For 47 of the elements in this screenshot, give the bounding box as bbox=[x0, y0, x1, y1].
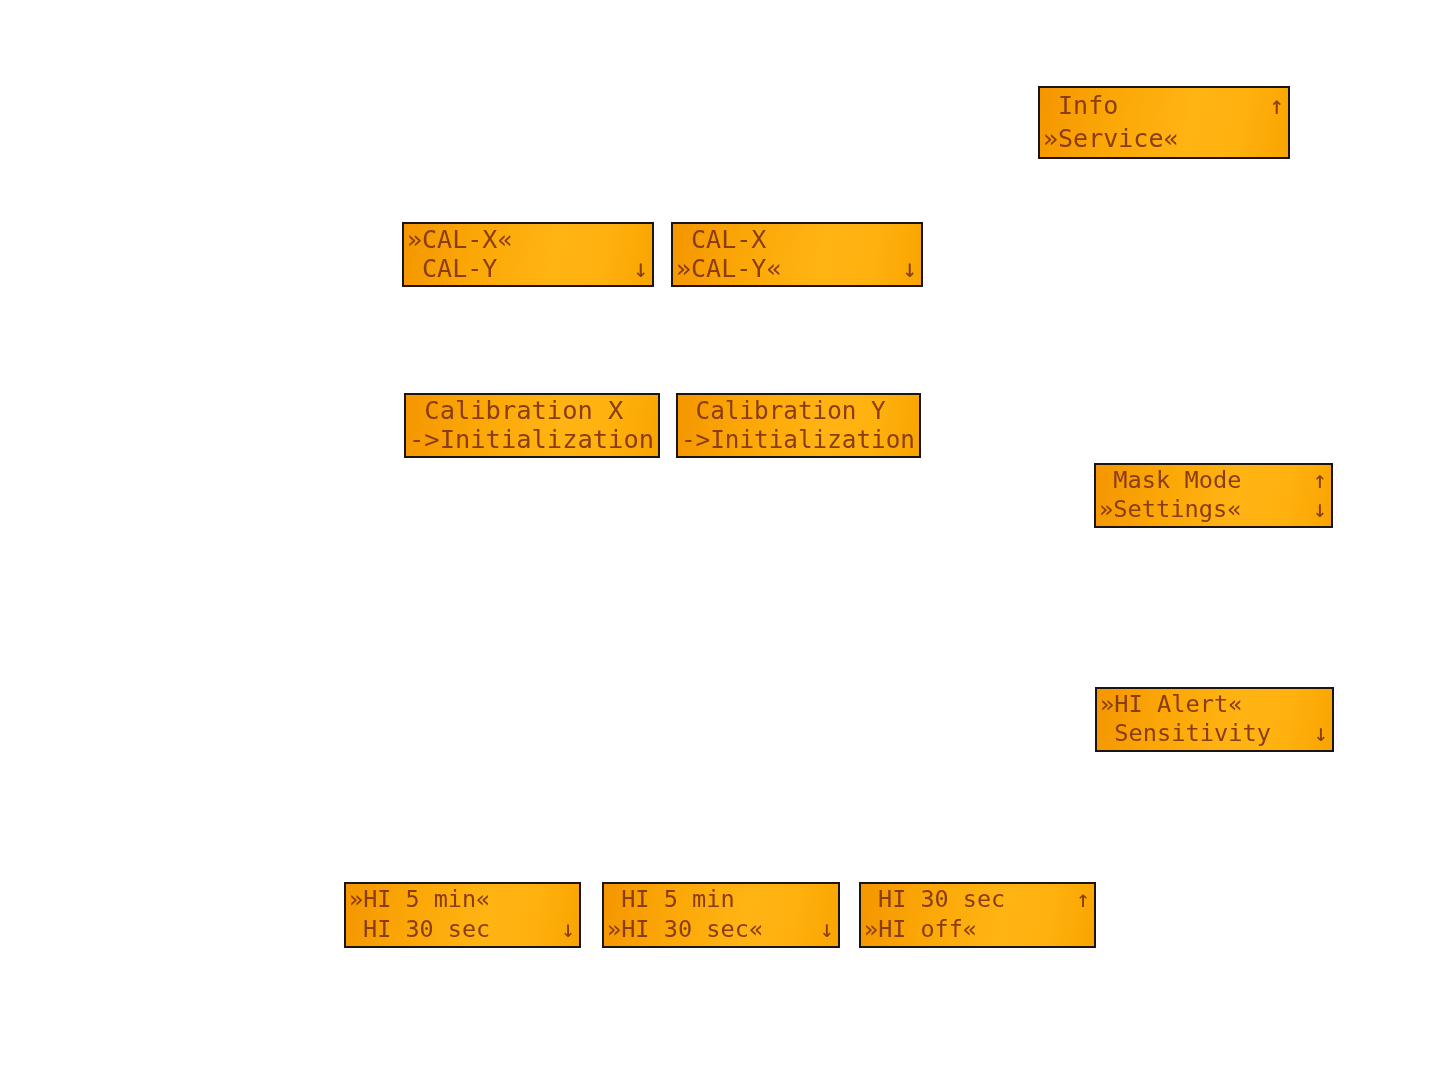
menu-label: CAL-Y bbox=[422, 256, 498, 282]
menu-label: Sensitivity bbox=[1114, 722, 1271, 746]
menu-label: Info bbox=[1058, 93, 1119, 119]
scroll-arrow: ↓ bbox=[632, 256, 648, 282]
scroll-arrow: ↓ bbox=[819, 918, 834, 942]
menu-label: HI 30 sec bbox=[621, 918, 749, 942]
cursor-mark: « bbox=[497, 227, 513, 253]
cursor-mark: » bbox=[676, 256, 692, 282]
cursor-mark: » bbox=[864, 918, 879, 942]
cursor-mark: « bbox=[1228, 693, 1243, 717]
cursor-mark: « bbox=[1227, 498, 1242, 522]
scroll-arrow: ↓ bbox=[901, 256, 917, 282]
cursor-mark: « bbox=[1163, 126, 1179, 152]
cursor-mark: -> bbox=[681, 427, 711, 453]
menu-label: CAL-X bbox=[422, 227, 498, 253]
cursor-mark: » bbox=[1043, 126, 1059, 152]
cursor-mark: « bbox=[476, 888, 491, 912]
scroll-arrow: ↓ bbox=[560, 918, 575, 942]
menu-label: Initialization bbox=[710, 427, 915, 453]
cursor-mark: » bbox=[1100, 693, 1115, 717]
cursor-mark: » bbox=[349, 888, 364, 912]
cursor-mark: -> bbox=[409, 427, 440, 453]
menu-label: HI 30 sec bbox=[363, 918, 491, 942]
menu-label: HI 5 min bbox=[363, 888, 477, 912]
menu-label: HI Alert bbox=[1114, 693, 1229, 717]
cursor-mark: » bbox=[607, 918, 622, 942]
cursor-mark: « bbox=[748, 918, 764, 942]
cursor-mark: « bbox=[766, 256, 782, 282]
menu-label: Initialization bbox=[439, 427, 655, 453]
menu-label: HI off bbox=[878, 918, 963, 942]
menu-label: CAL-X bbox=[691, 227, 767, 253]
scroll-arrow: ↓ bbox=[1312, 498, 1327, 522]
scroll-arrow: ↑ bbox=[1312, 469, 1327, 493]
cursor-mark: « bbox=[962, 918, 977, 942]
menu-label: Calibration Y bbox=[695, 398, 886, 424]
cursor-mark: » bbox=[407, 227, 423, 253]
scroll-arrow: ↓ bbox=[1313, 722, 1328, 746]
menu-label: HI 30 sec bbox=[878, 888, 1006, 912]
menu-label: HI 5 min bbox=[621, 888, 735, 912]
menu-label: Mask Mode bbox=[1113, 469, 1242, 493]
scroll-arrow: ↑ bbox=[1075, 888, 1090, 912]
menu-label: CAL-Y bbox=[691, 256, 767, 282]
menu-label: Calibration X bbox=[424, 398, 624, 424]
scroll-arrow: ↑ bbox=[1268, 93, 1284, 119]
menu-label: Settings bbox=[1113, 498, 1228, 522]
menu-label: Service bbox=[1058, 126, 1164, 152]
cursor-mark: » bbox=[1099, 498, 1114, 522]
